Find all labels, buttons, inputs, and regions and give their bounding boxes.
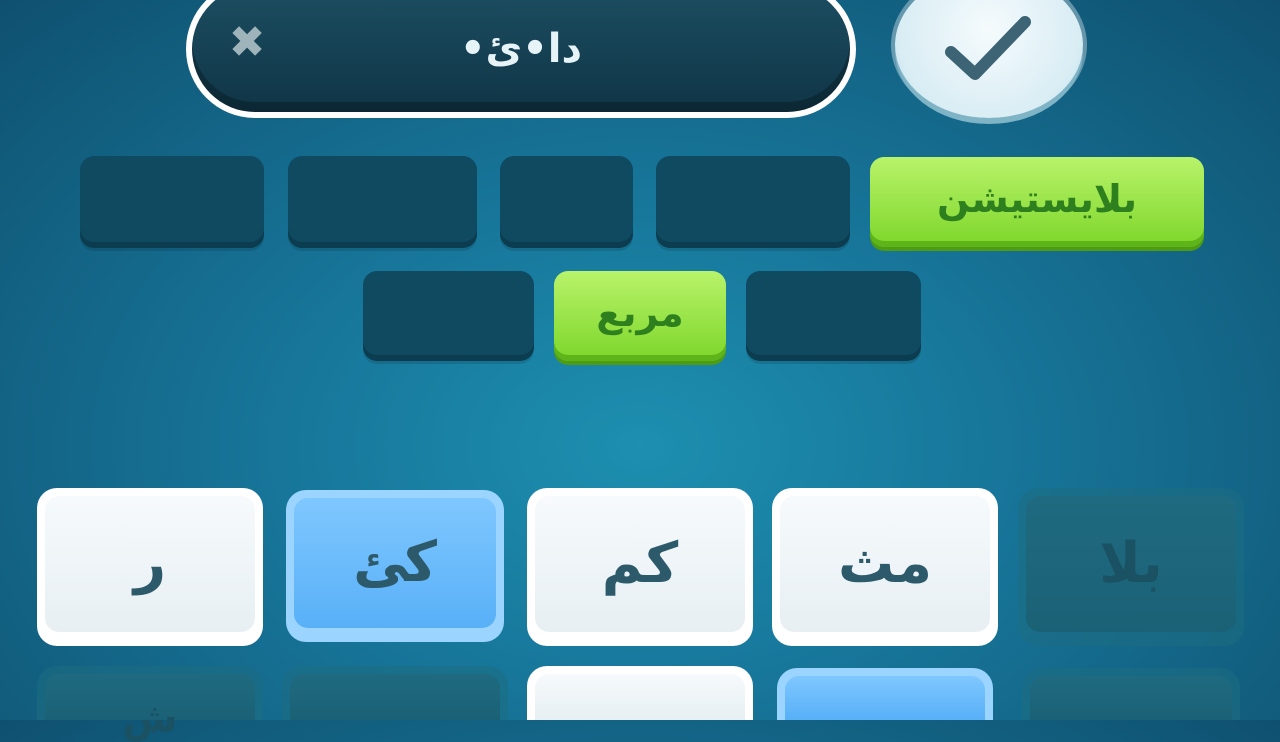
answer-field: دا•ئ•: [192, 0, 850, 112]
answer-slot: [363, 271, 534, 361]
slot-text: مربع: [596, 291, 684, 335]
slot-text: [288, 156, 477, 242]
slot-text: [500, 156, 633, 242]
checkmark-icon: [945, 16, 1031, 80]
answer-slot: [288, 156, 477, 248]
letter-key[interactable]: كم: [527, 488, 753, 646]
slot-text: [363, 271, 534, 355]
answer-slot-solved: بلايستيشن: [870, 157, 1204, 247]
key-label: ش: [122, 696, 178, 742]
letter-key-used[interactable]: بلا: [1018, 488, 1244, 646]
slot-text: [656, 156, 850, 242]
letter-key-used[interactable]: ش: [37, 666, 263, 742]
key-label: [282, 666, 508, 712]
answer-slot: [746, 271, 921, 361]
key-label: [527, 666, 753, 712]
slot-text: [80, 156, 264, 242]
letter-key[interactable]: ر: [37, 488, 263, 646]
key-label: كئ: [353, 529, 437, 595]
key-label: مث: [838, 530, 932, 596]
answer-slot: [80, 156, 264, 248]
letter-key-selected[interactable]: كئ: [286, 490, 504, 642]
close-icon[interactable]: ✖: [222, 20, 272, 66]
slot-text: بلايستيشن: [937, 177, 1137, 221]
confirm-button[interactable]: [895, 0, 1083, 118]
answer-slot-solved: مربع: [554, 271, 726, 361]
key-label: [777, 668, 993, 712]
letter-key-selected[interactable]: [777, 668, 993, 720]
letter-key[interactable]: مث: [772, 488, 998, 646]
key-label: بلا: [1099, 530, 1163, 596]
answer-bar: دا•ئ•: [186, 0, 856, 118]
answer-text: دا•ئ•: [459, 26, 583, 72]
key-label: ر: [133, 530, 167, 596]
answer-slot: [656, 156, 850, 248]
letter-key-used[interactable]: [1022, 668, 1240, 720]
letter-key-used[interactable]: [282, 666, 508, 720]
answer-slot: [500, 156, 633, 248]
key-label: [1022, 668, 1240, 712]
letter-key[interactable]: [527, 666, 753, 720]
key-label: كم: [601, 530, 679, 596]
slot-text: [746, 271, 921, 355]
